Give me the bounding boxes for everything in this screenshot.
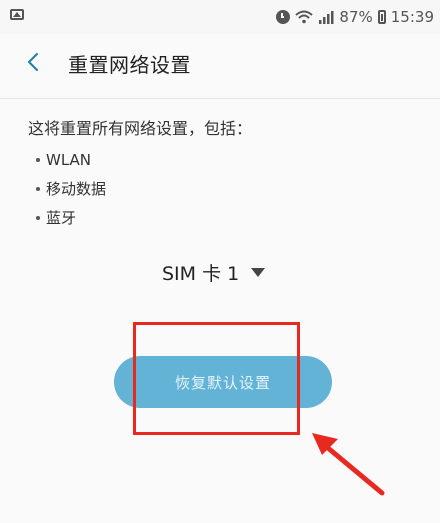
alarm-icon <box>276 10 291 24</box>
bullet-icon <box>36 157 40 162</box>
clock: 15:39 <box>390 8 434 26</box>
sim-card-value: SIM 卡 1 <box>162 262 240 285</box>
status-indicators: 87% 15:39 <box>276 6 434 28</box>
annotation-arrow-icon <box>312 433 385 496</box>
list-item: WLAN <box>36 145 106 174</box>
bullet-icon <box>36 215 40 220</box>
list-item-label: 移动数据 <box>46 180 107 198</box>
bullet-icon <box>36 186 40 191</box>
page-title: 重置网络设置 <box>68 53 191 77</box>
app-bar: 重置网络设置 <box>0 34 440 90</box>
reset-items-list: WLAN 移动数据 蓝牙 <box>36 145 106 232</box>
status-bar: 87% 15:39 <box>0 0 440 34</box>
list-item-label: WLAN <box>46 150 92 169</box>
list-item: 蓝牙 <box>36 203 106 232</box>
header-divider <box>0 98 440 99</box>
caret-down-icon <box>251 267 266 277</box>
reset-description: 这将重置所有网络设置，包括： <box>28 119 253 138</box>
chevron-left-icon[interactable] <box>22 50 46 74</box>
list-item-label: 蓝牙 <box>46 209 77 227</box>
battery-icon <box>377 10 386 24</box>
list-item: 移动数据 <box>36 174 106 203</box>
wifi-icon <box>295 10 314 24</box>
battery-percent: 87% <box>339 8 373 26</box>
reset-settings-button[interactable]: 恢复默认设置 <box>114 356 332 408</box>
image-icon <box>10 9 24 20</box>
signal-icon <box>319 11 334 24</box>
sim-card-dropdown[interactable]: SIM 卡 1 <box>162 258 266 286</box>
